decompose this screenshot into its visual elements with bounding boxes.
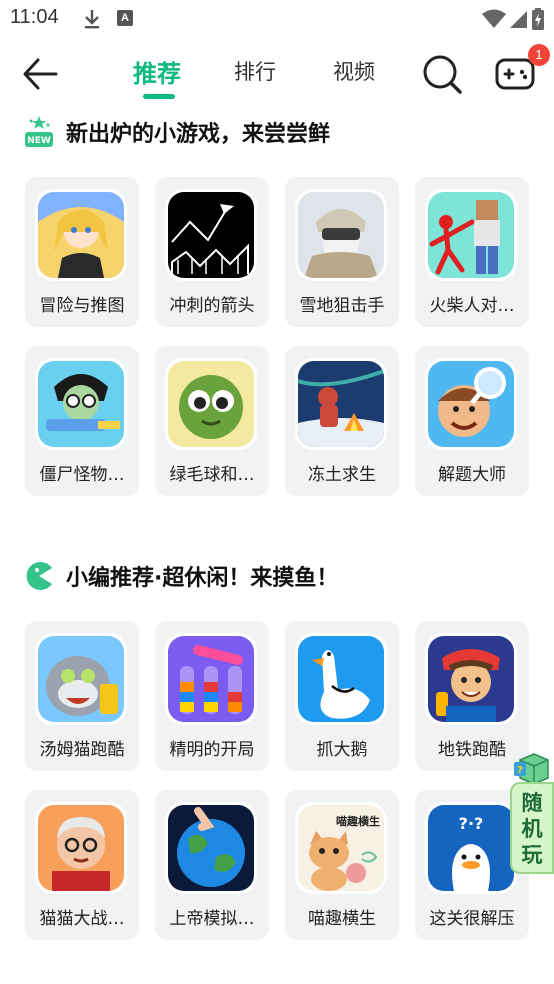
game-name: 上帝模拟…: [169, 909, 255, 929]
game-icon: [38, 636, 124, 722]
active-tab-indicator: [143, 94, 175, 99]
game-card[interactable]: 冲刺的箭头: [155, 177, 269, 327]
game-icon: [168, 636, 254, 722]
app-notification-icon: A: [117, 10, 133, 26]
section-editor-picks-header: 小编推荐·超休闲！来摸鱼！: [24, 558, 338, 594]
game-card[interactable]: 绿毛球和…: [155, 346, 269, 496]
game-name: 冒险与推图: [39, 296, 125, 316]
game-card[interactable]: 上帝模拟…: [155, 790, 269, 940]
game-icon: [38, 805, 124, 891]
game-card[interactable]: 火柴人对…: [415, 177, 529, 327]
game-icon: [298, 192, 384, 278]
game-name: 这关很解压: [429, 909, 515, 929]
tab-recommend[interactable]: 推荐: [133, 54, 181, 89]
game-card[interactable]: 精明的开局: [155, 621, 269, 771]
game-icon: [38, 192, 124, 278]
game-name: 抓大鹅: [316, 740, 368, 760]
meow-logo-text: 喵趣横生: [336, 814, 380, 828]
game-name: 绿毛球和…: [169, 465, 255, 485]
game-icon: 喵趣横生: [298, 805, 384, 891]
game-icon: [298, 636, 384, 722]
game-name: 冻土求生: [308, 465, 376, 485]
game-card[interactable]: 抓大鹅: [285, 621, 399, 771]
game-icon: [168, 361, 254, 447]
tab-ranking[interactable]: 排行: [234, 56, 276, 86]
new-badge-icon: NEW: [25, 116, 53, 147]
status-time: 11:04: [10, 6, 59, 28]
game-icon: [168, 192, 254, 278]
game-icon: [428, 361, 514, 447]
game-icon: [428, 192, 514, 278]
back-arrow-icon[interactable]: [20, 56, 64, 92]
game-name: 僵尸怪物…: [39, 465, 125, 485]
game-name: 喵趣横生: [308, 909, 376, 929]
game-icon: [168, 805, 254, 891]
game-card[interactable]: 冻土求生: [285, 346, 399, 496]
game-icon: [38, 361, 124, 447]
top-nav: 推荐 排行 视频: [0, 44, 554, 106]
game-card[interactable]: 喵趣横生 喵趣横生: [285, 790, 399, 940]
game-name: 解题大师: [438, 465, 506, 485]
game-name: 汤姆猫跑酷: [39, 740, 125, 760]
game-name: 猫猫大战…: [39, 909, 125, 929]
svg-text:NEW: NEW: [27, 136, 51, 146]
game-card[interactable]: 冒险与推图: [25, 177, 139, 327]
search-icon[interactable]: [420, 52, 464, 96]
game-name: 冲刺的箭头: [169, 296, 255, 316]
wifi-icon: [482, 9, 506, 28]
game-name: 火柴人对…: [429, 296, 515, 316]
game-icon: [298, 361, 384, 447]
question-marks-text: ?·?: [459, 814, 484, 833]
tab-video[interactable]: 视频: [333, 56, 375, 86]
game-card[interactable]: 僵尸怪物…: [25, 346, 139, 496]
game-card[interactable]: 猫猫大战…: [25, 790, 139, 940]
game-card[interactable]: 地铁跑酷: [415, 621, 529, 771]
section-title: 新出炉的小游戏，来尝尝鲜: [66, 122, 331, 147]
game-name: 精明的开局: [169, 740, 255, 760]
random-play-label: 随机玩: [521, 791, 543, 867]
dice-icon: ?: [514, 753, 549, 785]
game-card[interactable]: 雪地狙击手: [285, 177, 399, 327]
game-card[interactable]: 汤姆猫跑酷: [25, 621, 139, 771]
game-card[interactable]: 解题大师: [415, 346, 529, 496]
game-icon: [428, 636, 514, 722]
notification-badge: 1: [528, 44, 550, 66]
section-new-games-header: NEW 新出炉的小游戏，来尝尝鲜: [24, 114, 330, 150]
random-play-button[interactable]: ? 随机玩: [510, 752, 554, 876]
battery-icon: [532, 8, 544, 30]
game-icon: ?·?: [428, 805, 514, 891]
svg-text:?: ?: [517, 765, 523, 776]
section-title: 小编推荐·超休闲！来摸鱼！: [66, 566, 339, 591]
pacman-icon: [26, 562, 52, 590]
game-name: 雪地狙击手: [299, 296, 385, 316]
download-icon: [85, 10, 99, 29]
status-bar: 11:04 A: [0, 0, 554, 38]
signal-icon: [510, 11, 527, 28]
